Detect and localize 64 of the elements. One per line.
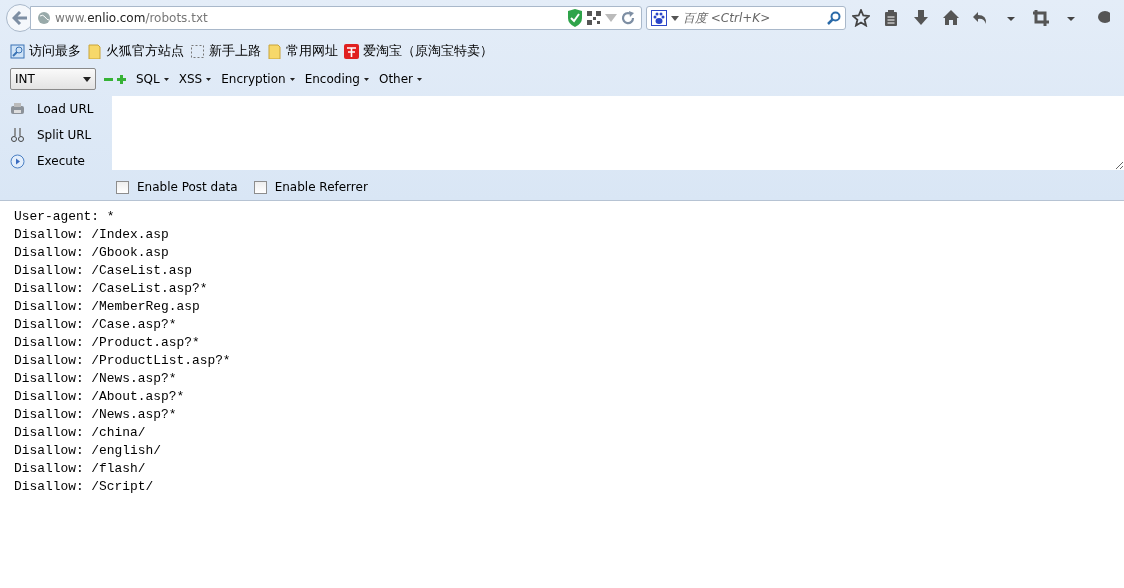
text-line: Disallow: /MemberReg.asp xyxy=(14,298,201,316)
caret-icon xyxy=(206,77,212,81)
menu-item[interactable]: Encoding xyxy=(304,70,369,88)
search-input[interactable]: 百度 <Ctrl+K> xyxy=(683,9,823,27)
caret-icon xyxy=(363,77,369,81)
crop-icon[interactable] xyxy=(1032,9,1050,27)
text-line: Disallow: /flash/ xyxy=(14,460,147,478)
globe-icon xyxy=(37,11,51,25)
type-dropdown[interactable]: INT xyxy=(10,68,96,90)
bookmark-item[interactable]: 访问最多 xyxy=(10,41,81,61)
menu-item[interactable]: SQL xyxy=(136,70,169,88)
text-line: Disallow: /News.asp?* xyxy=(14,406,178,424)
text-line: Disallow: /CaseList.asp xyxy=(14,262,193,280)
text-line: Disallow: /english/ xyxy=(14,442,162,460)
folder-icon xyxy=(267,43,282,59)
address-bar[interactable]: www.enlio.com/robots.txt xyxy=(30,6,642,30)
text-line: Disallow: /Product.asp?* xyxy=(14,334,201,352)
printer-icon xyxy=(10,101,25,117)
text-line: Disallow: /Script/ xyxy=(14,478,155,496)
shield-check-icon[interactable] xyxy=(567,9,583,27)
star-icon[interactable] xyxy=(852,9,870,27)
text-line: Disallow: /ProductList.asp?* xyxy=(14,352,232,370)
menu-item[interactable]: Other xyxy=(378,70,423,88)
play-circle-icon xyxy=(10,153,25,169)
text-line: Disallow: /Gbook.asp xyxy=(14,244,170,262)
dashed-square-icon xyxy=(190,43,205,59)
text-line: Disallow: /CaseList.asp?* xyxy=(14,280,209,298)
reload-icon[interactable] xyxy=(621,11,635,25)
url-text: www.enlio.com/robots.txt xyxy=(55,10,209,27)
menu-item[interactable]: Encryption xyxy=(221,70,295,88)
text-line: Disallow: /china/ xyxy=(14,424,147,442)
caret-icon xyxy=(417,77,423,81)
home-icon[interactable] xyxy=(942,9,960,27)
menu-item[interactable]: XSS xyxy=(178,70,212,88)
clipboard-icon[interactable] xyxy=(882,9,900,27)
folder-icon xyxy=(87,43,102,59)
paw-icon[interactable] xyxy=(651,10,667,26)
text-line: Disallow: /News.asp?* xyxy=(14,370,178,388)
taobao-logo-icon xyxy=(344,43,359,59)
bookmark-item[interactable]: 火狐官方站点 xyxy=(87,41,184,61)
bookmark-item[interactable]: 爱淘宝（原淘宝特卖） xyxy=(344,41,493,61)
qr-code-icon[interactable] xyxy=(587,11,601,25)
text-line: User-agent: * xyxy=(14,208,116,226)
action-button[interactable]: Execute xyxy=(0,148,112,174)
search-page-icon xyxy=(10,43,25,59)
download-arrow-icon[interactable] xyxy=(912,9,930,27)
dropdown-triangle-icon[interactable] xyxy=(671,15,679,21)
back-arrow-icon xyxy=(12,11,28,25)
bookmark-item[interactable]: 新手上路 xyxy=(190,41,261,61)
text-line: Disallow: /About.asp?* xyxy=(14,388,186,406)
text-line: Disallow: /Index.asp xyxy=(14,226,170,244)
text-line: Disallow: /Case.asp?* xyxy=(14,316,178,334)
url-input[interactable] xyxy=(112,96,1124,170)
search-field[interactable]: 百度 <Ctrl+K> xyxy=(646,6,846,30)
search-icon[interactable] xyxy=(827,11,841,25)
caret-icon xyxy=(83,76,91,82)
checkbox-option[interactable]: Enable Post data xyxy=(116,178,238,196)
action-button[interactable]: Split URL xyxy=(0,122,112,148)
caret-icon xyxy=(289,77,295,81)
bookmark-item[interactable]: 常用网址 xyxy=(267,41,338,61)
checkbox-option[interactable]: Enable Referrer xyxy=(253,178,368,196)
scissors-icon xyxy=(10,127,25,143)
action-button[interactable]: Load URL xyxy=(0,96,112,122)
caret-icon xyxy=(163,77,169,81)
